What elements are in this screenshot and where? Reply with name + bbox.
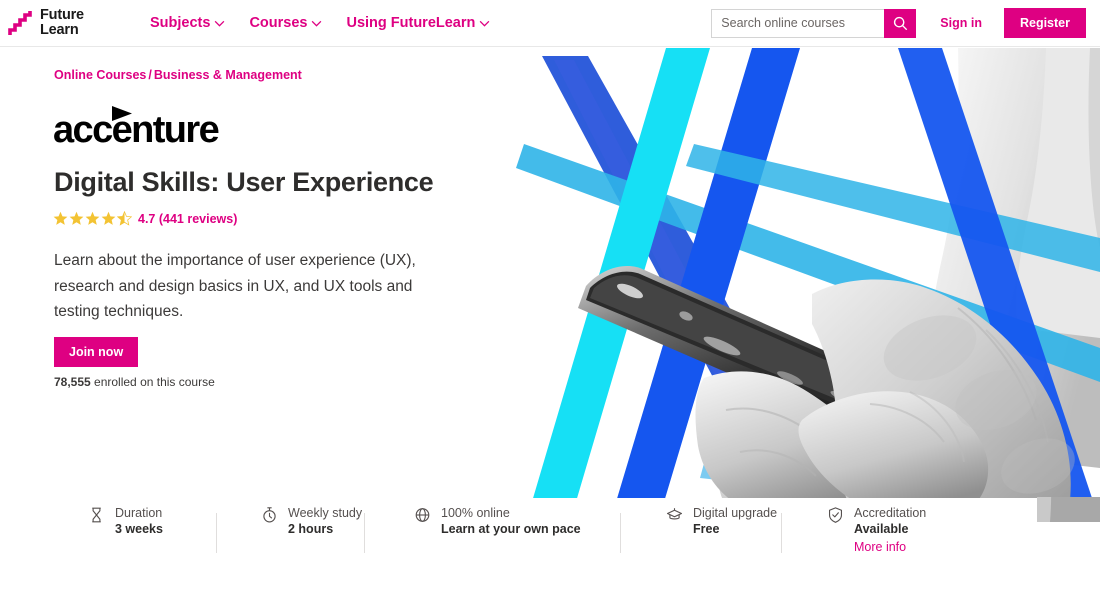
- stat-online: 100% online Learn at your own pace: [365, 505, 620, 538]
- stat-value: Free: [693, 522, 720, 536]
- star-icon: [69, 211, 84, 225]
- stat-value: Available: [854, 522, 909, 536]
- breadcrumb-separator: /: [148, 68, 152, 82]
- futurelearn-logo-text: Future Learn: [40, 7, 84, 38]
- star-half-icon: [117, 211, 132, 226]
- nav-item-using-futurelearn[interactable]: Using FutureLearn: [346, 15, 490, 31]
- stat-label: Digital upgrade: [693, 506, 778, 520]
- rating-text: 4.7 (441 reviews): [138, 211, 238, 226]
- header-actions: Sign in Register: [711, 8, 1086, 38]
- nav-item-subjects[interactable]: Subjects: [150, 15, 225, 31]
- nav-item-label: Courses: [249, 15, 308, 31]
- hourglass-icon: [92, 507, 101, 523]
- course-description: Learn about the importance of user exper…: [54, 252, 416, 320]
- breadcrumb-item-online-courses[interactable]: Online Courses: [54, 68, 146, 82]
- chevron-down-icon: [312, 20, 322, 27]
- search-box: [711, 8, 885, 38]
- accenture-logo[interactable]: accenture: [53, 100, 283, 146]
- breadcrumb: Online Courses / Business & Management: [54, 68, 302, 82]
- enrolled-label: enrolled on this course: [90, 375, 215, 389]
- stat-accreditation: Accreditation Available More info: [782, 505, 926, 556]
- search-icon: [893, 16, 907, 30]
- breadcrumb-item-business-management[interactable]: Business & Management: [154, 68, 302, 82]
- search-input[interactable]: [712, 9, 885, 37]
- enrolled-count: 78,555 enrolled on this course: [54, 375, 215, 389]
- register-button[interactable]: Register: [1003, 8, 1086, 38]
- shield-check-icon: [828, 507, 843, 523]
- hero-illustration: [490, 48, 1100, 498]
- accreditation-more-info-link[interactable]: More info: [854, 540, 906, 554]
- star-icon: [85, 211, 100, 225]
- chevron-down-icon: [480, 20, 490, 27]
- stat-label: 100% online: [441, 506, 510, 520]
- hero-image: [490, 48, 1100, 498]
- stat-value: Learn at your own pace: [441, 522, 581, 536]
- stat-label: Accreditation: [854, 506, 927, 520]
- stat-digital-upgrade: Digital upgrade Free: [621, 505, 781, 538]
- futurelearn-logo[interactable]: Future Learn: [8, 8, 118, 38]
- search-button[interactable]: [884, 8, 917, 38]
- stat-value: 3 weeks: [115, 522, 163, 536]
- sign-in-link[interactable]: Sign in: [940, 16, 982, 30]
- stat-label: Duration: [115, 506, 163, 520]
- futurelearn-logo-icon: [8, 11, 32, 35]
- join-now-button[interactable]: Join now: [54, 337, 139, 367]
- main-nav: Subjects Courses Using FutureLearn: [150, 15, 490, 31]
- svg-text:accenture: accenture: [53, 109, 219, 146]
- course-page: Future Learn Subjects Courses Using Futu…: [0, 0, 1100, 591]
- nav-item-courses[interactable]: Courses: [249, 15, 322, 31]
- chevron-down-icon: [215, 20, 225, 27]
- nav-item-label: Using FutureLearn: [346, 15, 476, 31]
- graduation-cap-icon: [666, 508, 683, 520]
- nav-item-label: Subjects: [150, 15, 211, 31]
- stat-duration: Duration 3 weeks: [88, 505, 216, 538]
- stopwatch-icon: [263, 507, 276, 523]
- stat-value: 2 hours: [288, 522, 334, 536]
- rating: 4.7 (441 reviews): [53, 211, 237, 226]
- enrolled-number: 78,555: [54, 375, 91, 389]
- rating-stars: [53, 211, 132, 226]
- course-stats-bar: Duration 3 weeks Weekly study 2 hours 10…: [0, 505, 1100, 585]
- site-header: Future Learn Subjects Courses Using Futu…: [0, 0, 1100, 47]
- star-icon: [53, 211, 68, 225]
- page-title: Digital Skills: User Experience: [54, 167, 434, 197]
- stat-weekly-study: Weekly study 2 hours: [217, 505, 364, 538]
- globe-icon: [415, 508, 430, 522]
- stat-label: Weekly study: [288, 506, 363, 520]
- star-icon: [101, 211, 116, 225]
